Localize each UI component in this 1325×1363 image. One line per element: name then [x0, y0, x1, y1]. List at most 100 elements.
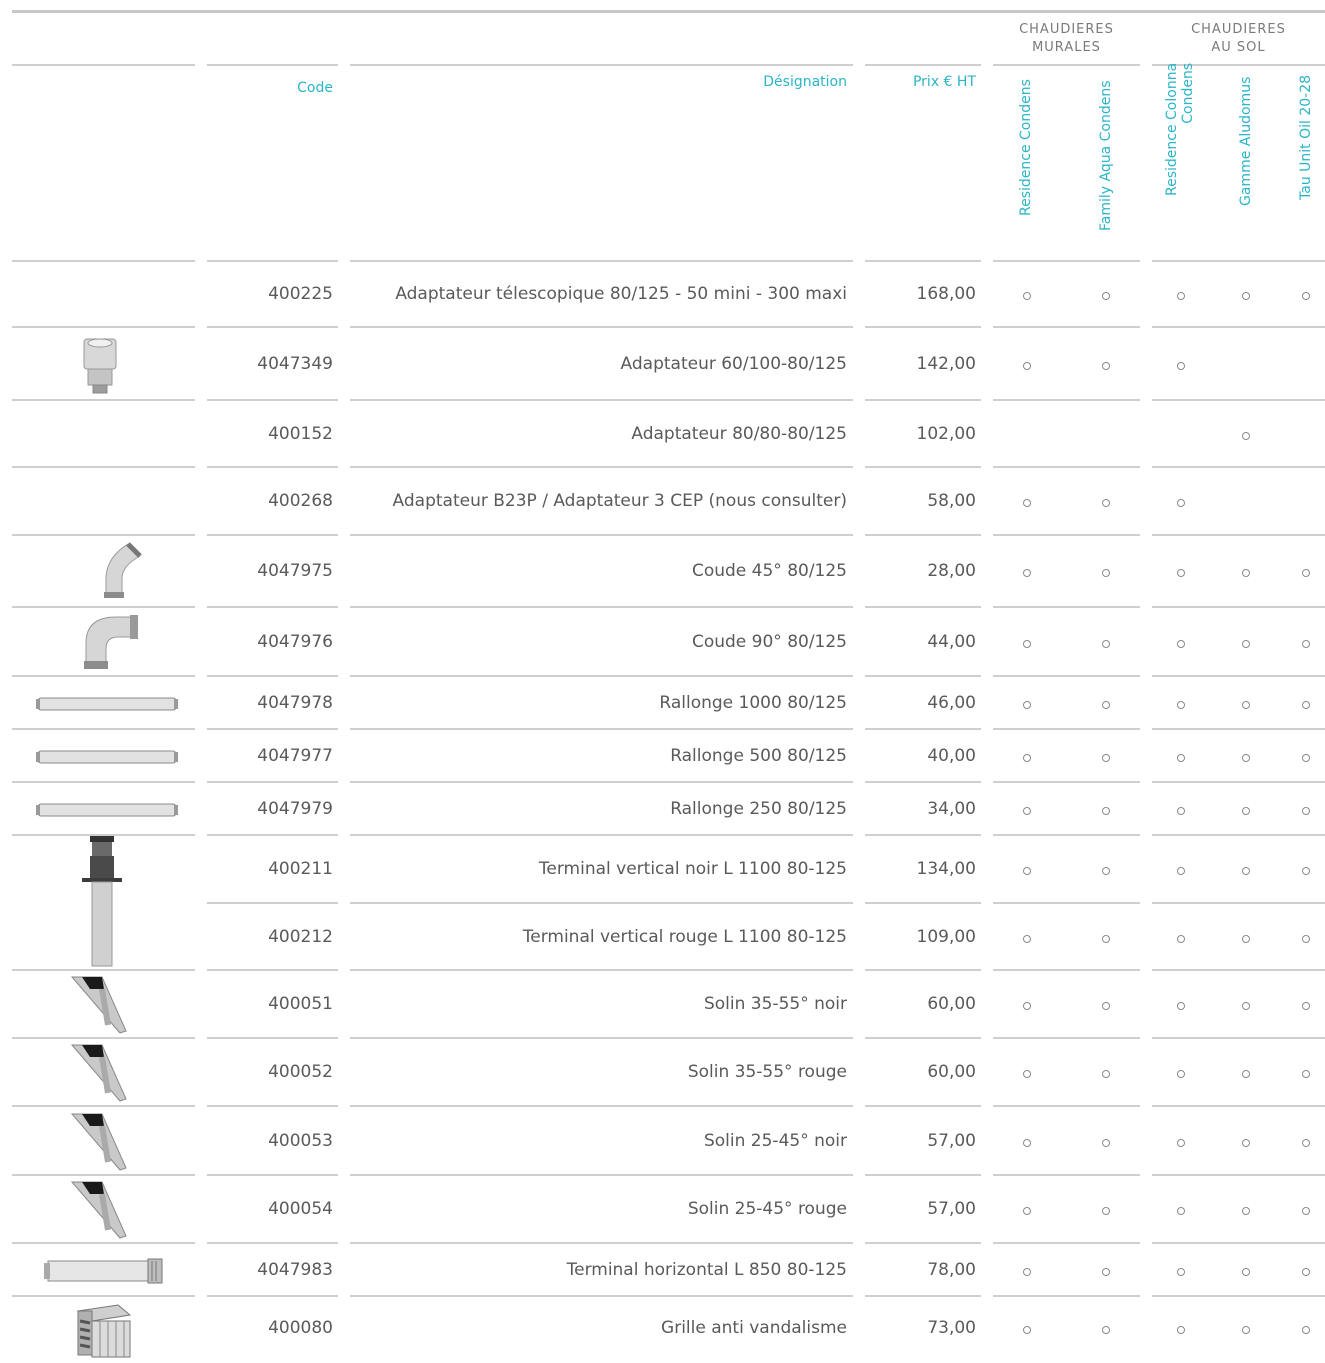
group-header-sol-line1: CHAUDIERES	[1191, 22, 1286, 37]
compatibility-dot	[1102, 701, 1110, 709]
row-divider	[350, 781, 853, 783]
row-divider	[350, 1037, 853, 1039]
product-code: 400052	[268, 1062, 333, 1082]
compatibility-dot	[1177, 1268, 1185, 1276]
row-divider	[1152, 466, 1325, 468]
row-divider	[993, 902, 1140, 904]
product-price: 57,00	[927, 1131, 976, 1151]
row-divider	[12, 466, 195, 468]
compatibility-dot	[1242, 1326, 1250, 1334]
compatibility-dot	[1177, 569, 1185, 577]
boiler-label-family-aqua-condens: Family Aqua Condens	[1098, 80, 1114, 232]
compatibility-dot	[1023, 569, 1031, 577]
compatibility-dot	[1102, 807, 1110, 815]
row-divider	[993, 1105, 1140, 1107]
row-divider	[1152, 606, 1325, 608]
row-divider	[1152, 399, 1325, 401]
row-divider	[865, 1174, 981, 1176]
group-header-murales-line2: MURALES	[1032, 40, 1101, 55]
compatibility-dot	[1302, 754, 1310, 762]
row-divider	[350, 675, 853, 677]
row-divider	[993, 781, 1140, 783]
extension-image	[34, 696, 180, 716]
row-divider	[865, 781, 981, 783]
row-divider	[993, 675, 1140, 677]
row-divider	[865, 728, 981, 730]
product-designation: Terminal vertical noir L 1100 80-125	[538, 859, 847, 879]
product-designation: Adaptateur 60/100-80/125	[620, 354, 847, 374]
product-price: 109,00	[916, 927, 976, 947]
compatibility-dot	[1242, 1207, 1250, 1215]
compatibility-dot	[1177, 935, 1185, 943]
row-divider	[865, 399, 981, 401]
compatibility-dot	[1177, 640, 1185, 648]
row-divider	[993, 466, 1140, 468]
product-designation: Rallonge 250 80/125	[670, 799, 847, 819]
product-price: 168,00	[916, 284, 976, 304]
boiler-label-gamme-aludomus: Gamme Aludomus	[1238, 76, 1254, 206]
compatibility-dot	[1023, 1268, 1031, 1276]
row-divider	[207, 1174, 338, 1176]
row-divider	[993, 834, 1140, 836]
row-divider	[1152, 534, 1325, 536]
compatibility-dot	[1023, 935, 1031, 943]
product-price: 134,00	[916, 859, 976, 879]
row-divider	[993, 399, 1140, 401]
elbow-45-image	[90, 538, 150, 604]
header-bottom-rule	[350, 260, 853, 262]
row-divider	[865, 969, 981, 971]
compatibility-dot	[1102, 569, 1110, 577]
product-price: 60,00	[927, 1062, 976, 1082]
product-designation: Terminal vertical rouge L 1100 80-125	[522, 927, 847, 947]
compatibility-dot	[1302, 867, 1310, 875]
extension-image	[34, 802, 180, 822]
row-divider	[865, 1105, 981, 1107]
header-bottom-rule	[12, 260, 195, 262]
row-divider	[12, 969, 195, 971]
compatibility-dot	[1102, 754, 1110, 762]
row-divider	[993, 1295, 1140, 1297]
row-divider	[350, 466, 853, 468]
product-code: 4047978	[257, 693, 333, 713]
compatibility-dot	[1023, 499, 1031, 507]
compatibility-dot	[1242, 807, 1250, 815]
product-code: 4047979	[257, 799, 333, 819]
compatibility-dot	[1177, 701, 1185, 709]
product-designation: Terminal horizontal L 850 80-125	[566, 1260, 847, 1280]
compatibility-dot	[1302, 1207, 1310, 1215]
compatibility-dot	[1023, 1070, 1031, 1078]
row-divider	[207, 1295, 338, 1297]
row-divider	[865, 534, 981, 536]
compatibility-dot	[1302, 1326, 1310, 1334]
compatibility-dot	[1102, 1268, 1110, 1276]
product-price: 60,00	[927, 994, 976, 1014]
compatibility-dot	[1242, 432, 1250, 440]
grille-image	[70, 1301, 136, 1363]
compatibility-dot	[1023, 292, 1031, 300]
product-price: 142,00	[916, 354, 976, 374]
boiler-label-residence-condens: Residence Condens	[1018, 79, 1034, 216]
compatibility-dot	[1302, 935, 1310, 943]
row-divider	[12, 728, 195, 730]
compatibility-dot	[1242, 1002, 1250, 1010]
row-divider	[1152, 781, 1325, 783]
product-price: 34,00	[927, 799, 976, 819]
row-divider	[865, 1037, 981, 1039]
row-divider	[993, 969, 1140, 971]
product-code: 400080	[268, 1318, 333, 1338]
row-divider	[350, 399, 853, 401]
compatibility-dot	[1177, 292, 1185, 300]
row-divider	[993, 1242, 1140, 1244]
product-designation: Rallonge 500 80/125	[670, 746, 847, 766]
row-divider	[1152, 1242, 1325, 1244]
product-price: 78,00	[927, 1260, 976, 1280]
row-divider	[1152, 1037, 1325, 1039]
compatibility-dot	[1302, 1268, 1310, 1276]
boiler-label-tau-unit-oil: Tau Unit Oil 20-28	[1298, 74, 1314, 200]
header-bottom-rule	[1152, 260, 1325, 262]
product-designation: Solin 25-45° rouge	[687, 1199, 847, 1219]
product-price: 28,00	[927, 561, 976, 581]
compatibility-dot	[1302, 1002, 1310, 1010]
row-divider	[865, 606, 981, 608]
compatibility-dot	[1302, 569, 1310, 577]
